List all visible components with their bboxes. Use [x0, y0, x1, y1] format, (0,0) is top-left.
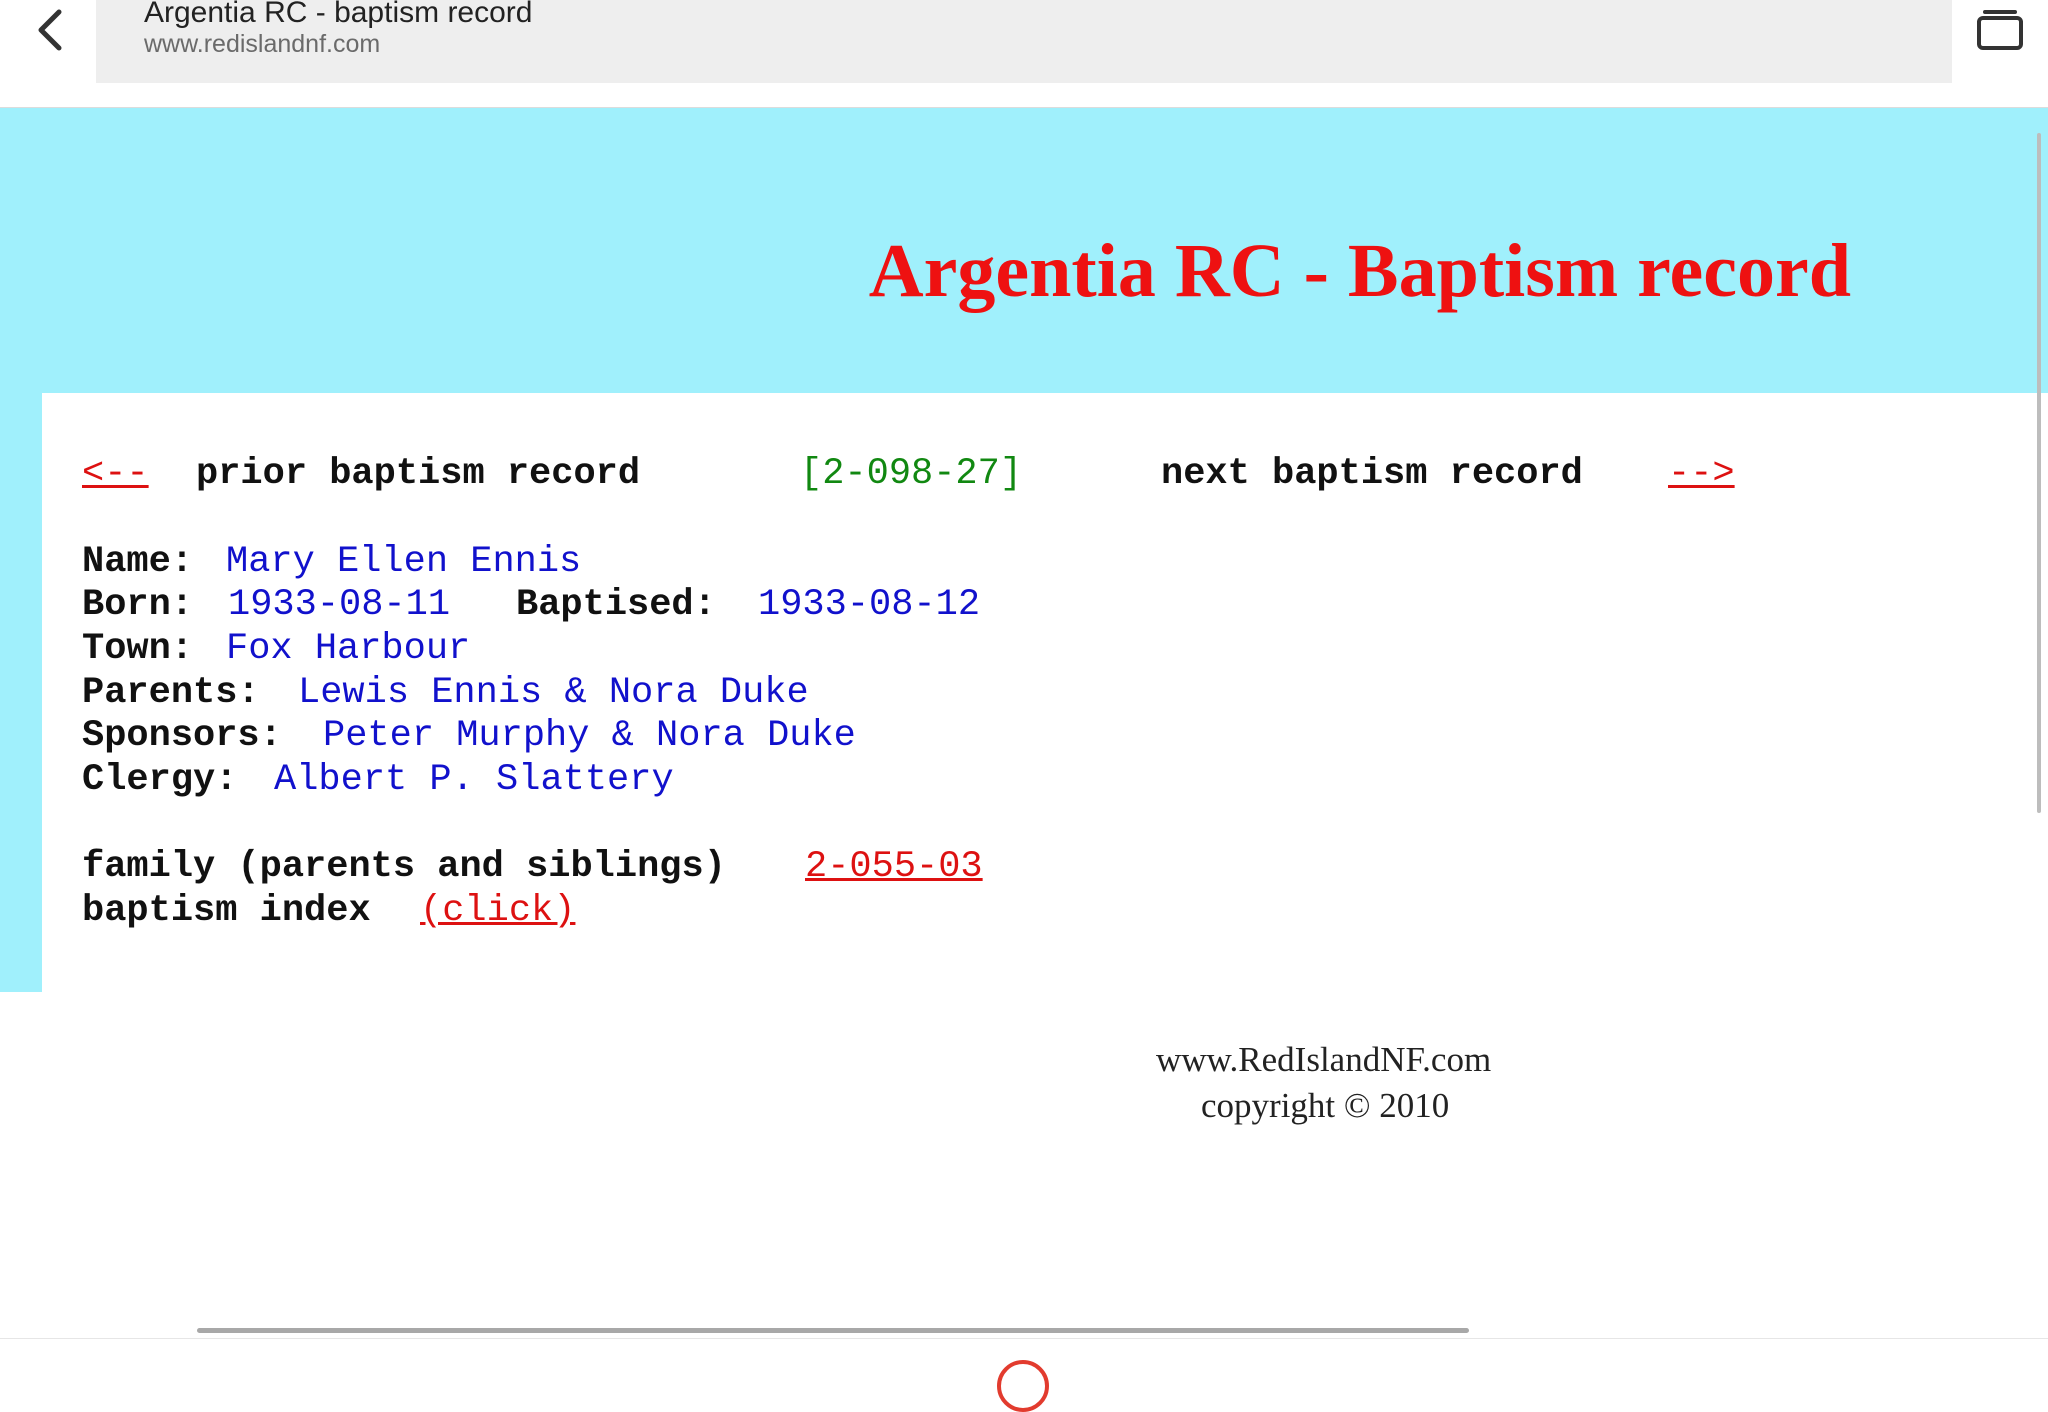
- family-label: family (parents and siblings): [82, 846, 726, 888]
- bottom-toolbar-icon[interactable]: [997, 1360, 1049, 1412]
- baptism-index-link[interactable]: (click): [420, 889, 575, 933]
- baptised-value: 1933-08-12: [758, 584, 981, 626]
- town-value: Fox Harbour: [226, 628, 471, 670]
- left-margin-band: [0, 393, 42, 992]
- page-title: Argentia RC - Baptism record: [868, 229, 1851, 313]
- tabs-window-icon: [1977, 10, 2023, 50]
- chevron-left-icon: [38, 9, 62, 51]
- parents-value: Lewis Ennis & Nora Duke: [298, 672, 809, 714]
- record-id: [2-098-27]: [800, 453, 1023, 495]
- born-value: 1933-08-11: [228, 584, 451, 626]
- back-button[interactable]: [28, 4, 72, 56]
- clergy-label: Clergy:: [82, 759, 238, 801]
- born-label: Born:: [82, 584, 194, 626]
- sponsors-value: Peter Murphy & Nora Duke: [323, 715, 856, 757]
- horizontal-scrollbar[interactable]: [197, 1328, 1469, 1333]
- name-label: Name:: [82, 541, 194, 583]
- tab-title: Argentia RC - baptism record: [144, 0, 533, 29]
- clergy-value: Albert P. Slattery: [274, 759, 674, 801]
- town-label: Town:: [82, 628, 194, 670]
- next-record-label: next baptism record: [1161, 453, 1583, 495]
- bottom-divider: [0, 1338, 2048, 1339]
- next-record-link[interactable]: -->: [1668, 452, 1735, 496]
- address-bar[interactable]: Argentia RC - baptism record www.redisla…: [96, 0, 1952, 83]
- footer-copyright: copyright © 2010: [1201, 1086, 1450, 1125]
- baptised-label: Baptised:: [516, 584, 716, 626]
- sponsors-label: Sponsors:: [82, 715, 282, 757]
- browser-toolbar: Argentia RC - baptism record www.redisla…: [0, 0, 2048, 108]
- parents-label: Parents:: [82, 672, 260, 714]
- family-link[interactable]: 2-055-03: [805, 845, 983, 889]
- baptism-index-label: baptism index: [82, 890, 371, 932]
- tabs-button[interactable]: [1970, 0, 2030, 60]
- prior-record-label: prior baptism record: [196, 453, 641, 495]
- name-value: Mary Ellen Ennis: [226, 541, 582, 583]
- prior-record-link[interactable]: <--: [82, 452, 149, 496]
- footer-site: www.RedIslandNF.com: [1156, 1040, 1492, 1079]
- url-domain: www.redislandnf.com: [144, 30, 381, 58]
- vertical-scrollbar[interactable]: [2037, 133, 2041, 813]
